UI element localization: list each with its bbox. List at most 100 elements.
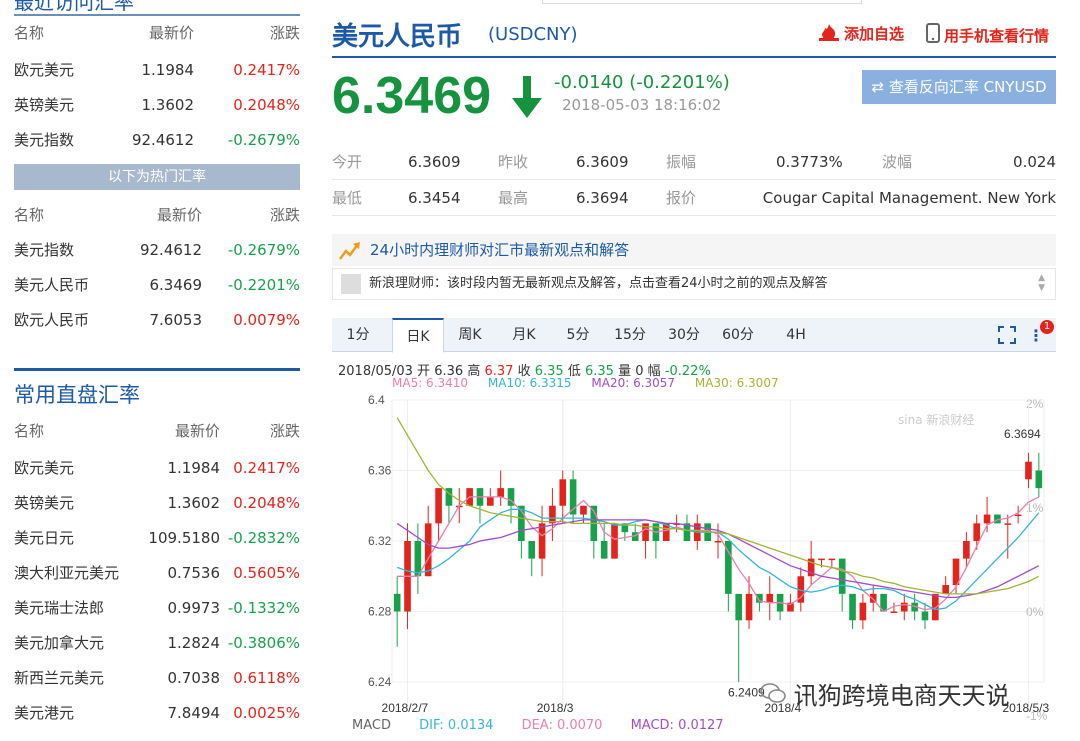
- tab-period[interactable]: 日K: [392, 318, 444, 353]
- y-tick-label: 6.4: [368, 393, 385, 407]
- tab-period[interactable]: 60分: [718, 318, 758, 352]
- max-price-label: 6.3694: [1004, 427, 1041, 441]
- rate-name[interactable]: 美元人民币: [14, 268, 89, 302]
- rate-row[interactable]: 美元指数 92.4612 -0.2679%: [14, 123, 300, 157]
- candle-body: [973, 523, 981, 541]
- search-box-edge[interactable]: [542, 0, 862, 4]
- rate-row[interactable]: 英镑美元 1.3602 0.2048%: [14, 88, 300, 122]
- rate-name[interactable]: 美元港元: [14, 696, 74, 730]
- rate-row[interactable]: 美元港元 7.8494 0.0025%: [14, 696, 300, 730]
- prev-close-value: 6.3609: [576, 153, 629, 171]
- phone-icon: [926, 23, 940, 47]
- rate-row[interactable]: 新西兰元美元 0.7038 0.6118%: [14, 661, 300, 695]
- rate-name[interactable]: 美元指数: [14, 123, 74, 157]
- tab-period[interactable]: 5分: [558, 318, 598, 352]
- rate-change: -0.1332%: [227, 599, 300, 617]
- rate-row[interactable]: 澳大利亚元美元 0.7536 0.5605%: [14, 556, 300, 590]
- ma10-legend: MA10: 6.3315: [487, 376, 572, 390]
- rate-name[interactable]: 美元日元: [14, 521, 74, 555]
- rate-change: 0.5605%: [233, 564, 300, 582]
- prev-close-label: 昨收: [498, 153, 529, 171]
- col-price: 最新价: [148, 24, 194, 42]
- rate-name[interactable]: 英镑美元: [14, 88, 74, 122]
- candle-body: [1025, 461, 1032, 480]
- pair-title: 美元人民币: [332, 22, 463, 52]
- rate-name[interactable]: 美元瑞士法郎: [14, 591, 104, 625]
- reverse-rate-button[interactable]: ⇄ 查看反向汇率 CNYUSD: [862, 70, 1056, 104]
- scroll-arrows-icon[interactable]: ▲ ▼: [1038, 273, 1045, 293]
- rate-name[interactable]: 美元指数: [14, 233, 74, 267]
- mobile-view-button[interactable]: 用手机查看行情: [926, 23, 1049, 47]
- rate-change: 0.2417%: [233, 61, 300, 79]
- tab-period[interactable]: 30分: [664, 318, 704, 352]
- opinion-text: 新浪理财师：该时段内暂无最新观点及解答，点击查看24小时之前的观点及解答: [369, 276, 828, 291]
- rate-row[interactable]: 欧元美元 1.1984 0.2417%: [14, 451, 300, 485]
- rate-price: 1.2824: [167, 634, 221, 652]
- rate-row[interactable]: 美元指数 92.4612 -0.2679%: [14, 233, 300, 267]
- candle-body: [859, 602, 867, 621]
- candle-body: [559, 479, 567, 506]
- rate-row[interactable]: 美元日元 109.5180 -0.2832%: [14, 521, 300, 555]
- title-rule: [332, 56, 1056, 58]
- rate-price: 0.9973: [167, 599, 221, 617]
- candle-body: [435, 488, 442, 524]
- opinion-message[interactable]: 新浪理财师：该时段内暂无最新观点及解答，点击查看24小时之前的观点及解答 ▲ ▼: [332, 268, 1056, 300]
- candle-body: [849, 593, 856, 621]
- rate-name[interactable]: 美元加拿大元: [14, 626, 104, 660]
- x-tick-label: 2018/3: [537, 701, 574, 715]
- fullscreen-icon[interactable]: [998, 326, 1016, 348]
- rate-change: 0.2417%: [233, 459, 300, 477]
- rate-row[interactable]: 英镑美元 1.3602 0.2048%: [14, 486, 300, 520]
- ma20-legend: MA20: 6.3057: [591, 376, 676, 390]
- watermark-text: 讯狗跨境电商天天说: [793, 682, 1010, 710]
- reverse-rate-label: 查看反向汇率 CNYUSD: [888, 78, 1047, 96]
- candle-body: [921, 611, 929, 621]
- open-label: 今开: [332, 153, 363, 171]
- quoter-label: 报价: [666, 189, 697, 207]
- ma30-legend: MA30: 6.3007: [694, 376, 779, 390]
- direct-rates-title: 常用直盘汇率: [14, 368, 300, 409]
- tab-period[interactable]: 月K: [504, 318, 544, 352]
- candle-body: [828, 558, 836, 561]
- recent-title: 最近访问汇率: [14, 0, 134, 14]
- rate-change: -0.3806%: [227, 634, 300, 652]
- candlestick-chart[interactable]: 6.46.366.326.286.242%1%0%-1%2018/2/7 2018…: [332, 392, 1056, 722]
- add-watchlist-button[interactable]: 添加自选: [818, 23, 904, 45]
- y-tick-label: 6.36: [368, 464, 392, 478]
- col-change: 涨跌: [269, 24, 300, 42]
- mobile-view-label: 用手机查看行情: [944, 27, 1050, 45]
- wave-value: 0.024: [1013, 153, 1056, 171]
- rate-change: 0.0025%: [233, 704, 300, 722]
- high-value: 6.3694: [576, 189, 629, 207]
- rate-change: -0.2679%: [227, 241, 300, 259]
- y-tick-label: 6.24: [368, 675, 392, 689]
- rate-name[interactable]: 欧元人民币: [14, 303, 89, 337]
- col-change: 涨跌: [269, 422, 300, 440]
- rate-name[interactable]: 澳大利亚元美元: [14, 556, 119, 590]
- col-name: 名称: [14, 206, 45, 224]
- tab-period[interactable]: 周K: [450, 318, 490, 352]
- tab-period[interactable]: 1分: [338, 318, 378, 352]
- rate-name[interactable]: 欧元美元: [14, 451, 74, 485]
- rate-price: 1.3602: [167, 494, 221, 512]
- tab-period[interactable]: 4H: [776, 318, 816, 352]
- rate-row[interactable]: 欧元人民币 7.6053 0.0079%: [14, 303, 300, 337]
- rate-price: 7.8494: [167, 704, 221, 722]
- col-change: 涨跌: [269, 206, 300, 224]
- y-tick-label: 6.32: [368, 534, 392, 548]
- rate-name[interactable]: 新西兰元美元: [14, 661, 104, 695]
- opinion-bar[interactable]: 24小时内理财师对汇市最新观点和解答: [332, 234, 1056, 266]
- rate-row[interactable]: 美元加拿大元 1.2824 -0.3806%: [14, 626, 300, 660]
- rate-row[interactable]: 美元瑞士法郎 0.9973 -0.1332%: [14, 591, 300, 625]
- candle-body: [714, 541, 722, 543]
- wave-label: 波幅: [882, 153, 913, 171]
- quote-timestamp: 2018-05-03 18:16:02: [562, 96, 722, 114]
- rate-name[interactable]: 英镑美元: [14, 486, 74, 520]
- rate-name[interactable]: 欧元美元: [14, 53, 74, 87]
- macd-legend: MACD DIF: 0.0134 DEA: 0.0070 MACD: 0.012…: [352, 718, 748, 733]
- rate-row[interactable]: 欧元美元 1.1984 0.2417%: [14, 53, 300, 87]
- tab-period[interactable]: 15分: [610, 318, 650, 352]
- rate-price: 1.1984: [141, 61, 195, 79]
- rate-row[interactable]: 美元人民币 6.3469 -0.2201%: [14, 268, 300, 302]
- candle-body: [735, 593, 743, 621]
